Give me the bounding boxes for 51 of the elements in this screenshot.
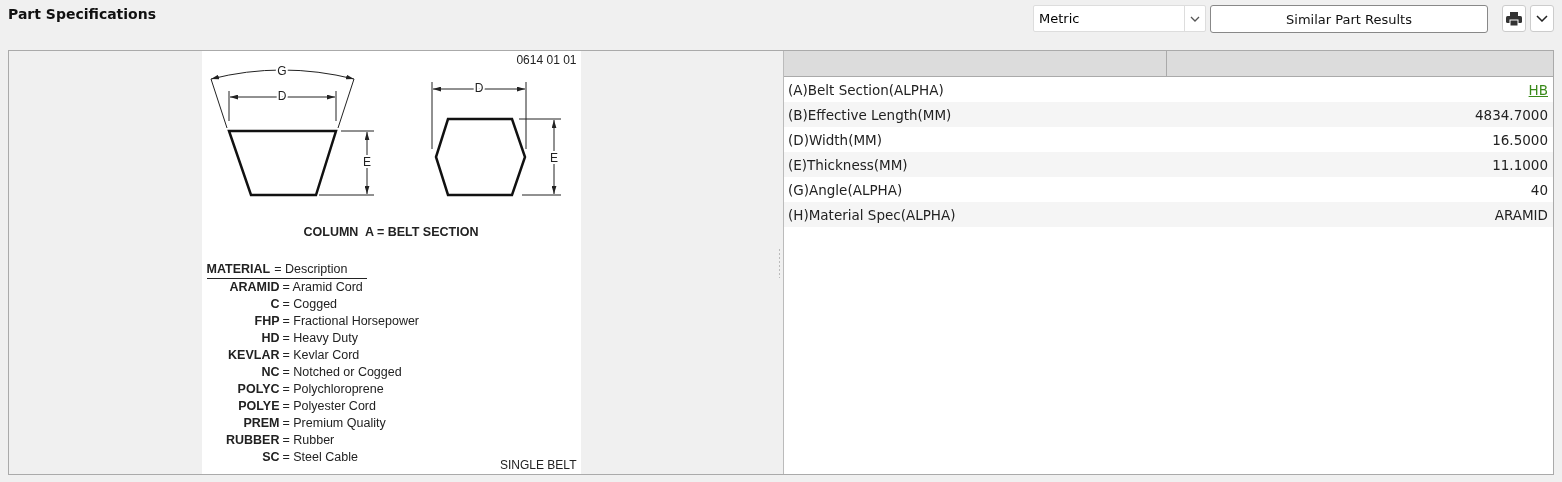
splitter-handle[interactable] xyxy=(778,248,781,278)
diagram-footer: SINGLE BELT xyxy=(500,458,577,472)
unit-select[interactable]: Metric xyxy=(1033,5,1206,32)
material-description: = Premium Quality xyxy=(282,415,387,432)
spec-name: (E)Thickness(MM) xyxy=(788,156,908,173)
dimension-label: E xyxy=(362,155,371,170)
material-code: ARAMID xyxy=(229,279,280,296)
material-description: = Fractional Horsepower xyxy=(282,313,420,330)
dimension-label: E xyxy=(549,151,558,166)
spec-value: 4834.7000 xyxy=(1475,106,1548,123)
material-code: SC xyxy=(262,449,280,466)
legend-header: MATERIAL = Description xyxy=(206,261,367,279)
material-code: KEVLAR xyxy=(228,347,280,364)
material-code: RUBBER xyxy=(226,432,280,449)
chevron-down-icon xyxy=(1190,15,1200,22)
material-description: = Polyester Cord xyxy=(282,398,377,415)
dropdown-button[interactable] xyxy=(1530,5,1554,32)
material-code: POLYE xyxy=(238,398,280,415)
diagram-code: 0614 01 01 xyxy=(516,53,577,67)
material-description: = Steel Cable xyxy=(282,449,359,466)
material-code: POLYC xyxy=(237,381,280,398)
spec-value: ARAMID xyxy=(1494,206,1548,223)
spec-name: (D)Width(MM) xyxy=(788,131,882,148)
material-code: HD xyxy=(261,330,280,347)
material-code: NC xyxy=(261,364,280,381)
material-description: = Kevlar Cord xyxy=(282,347,361,364)
spec-value: 40 xyxy=(1530,181,1548,198)
material-description: = Heavy Duty xyxy=(282,330,359,347)
material-code: PREM xyxy=(243,415,280,432)
material-code: C xyxy=(270,296,280,313)
material-description: = Cogged xyxy=(282,296,339,313)
material-description: = Polychloroprene xyxy=(282,381,385,398)
spec-name: (B)Effective Length(MM) xyxy=(788,106,952,123)
diagram-caption: COLUMN A = BELT SECTION xyxy=(302,225,480,239)
printer-icon xyxy=(1506,11,1522,26)
material-description: = Rubber xyxy=(282,432,336,449)
spec-value-link[interactable]: HB xyxy=(1528,81,1548,98)
spec-name: (A)Belt Section(ALPHA) xyxy=(788,81,944,98)
material-code: FHP xyxy=(254,313,280,330)
dimension-label: D xyxy=(474,81,483,96)
dimension-label: D xyxy=(277,89,286,104)
similar-part-results-button[interactable]: Similar Part Results xyxy=(1210,5,1488,33)
print-button[interactable] xyxy=(1502,5,1526,32)
spec-value: 16.5000 xyxy=(1492,131,1548,148)
spec-value: 11.1000 xyxy=(1492,156,1548,173)
spec-name: (H)Material Spec(ALPHA) xyxy=(788,206,956,223)
spec-name: (G)Angle(ALPHA) xyxy=(788,181,903,198)
chevron-down-icon xyxy=(1536,15,1548,22)
material-description: = Notched or Cogged xyxy=(282,364,403,381)
page-title: Part Specifications xyxy=(8,6,157,22)
material-description: = Aramid Cord xyxy=(282,279,364,296)
